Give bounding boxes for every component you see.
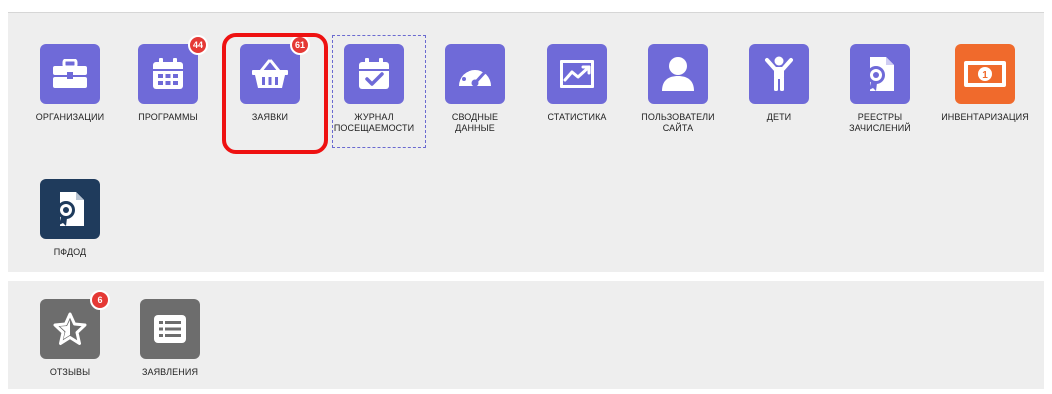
tile-pfdod-label: ПФДОД <box>53 247 87 257</box>
chart-icon <box>547 44 607 104</box>
tile-children[interactable]: ДЕТИ <box>729 44 829 123</box>
money-icon: 1 <box>955 44 1015 104</box>
certificate-icon <box>40 179 100 239</box>
basket-icon: 61 <box>240 35 310 104</box>
briefcase-icon <box>40 44 100 104</box>
label-line-1: ЖУРНАЛ <box>354 112 394 122</box>
tile-summary-data[interactable]: СВОДНЫЕ ДАННЫЕ <box>425 44 525 134</box>
certificate-icon <box>850 44 910 104</box>
programs-count-badge: 44 <box>187 35 208 55</box>
tile-children-label: ДЕТИ <box>766 112 792 122</box>
section-divider <box>8 272 1044 281</box>
tile-attendance-journal[interactable]: ЖУРНАЛ ПОСЕЩАЕМОСТИ <box>324 44 424 134</box>
label-line-2: САЙТА <box>662 123 694 133</box>
tile-inventory[interactable]: 1 ИНВЕНТАРИЗАЦИЯ <box>935 44 1035 123</box>
user-icon <box>648 44 708 104</box>
label-line-1: СВОДНЫЕ <box>451 112 499 122</box>
tile-statements-label: ЗАЯВЛЕНИЯ <box>141 367 199 377</box>
child-icon <box>749 44 809 104</box>
tile-programs[interactable]: 44 ПРОГРАММЫ <box>118 35 218 123</box>
tile-inventory-label: ИНВЕНТАРИЗАЦИЯ <box>941 112 1029 122</box>
applications-count-badge: 61 <box>289 35 310 55</box>
label-line-2: ДАННЫЕ <box>455 123 495 133</box>
tile-site-users[interactable]: ПОЛЬЗОВАТЕЛИ САЙТА <box>628 44 728 134</box>
star-icon: 6 <box>40 290 110 359</box>
tile-applications[interactable]: 61 ЗАЯВКИ <box>220 35 320 123</box>
tile-organizations[interactable]: ОРГАНИЗАЦИИ <box>20 44 120 123</box>
tile-enrollment-registers[interactable]: РЕЕСТРЫ ЗАЧИСЛЕНИЙ <box>830 44 930 134</box>
tile-enrollment-registers-label: РЕЕСТРЫ ЗАЧИСЛЕНИЙ <box>849 112 911 134</box>
list-icon <box>140 299 200 359</box>
calendar-check-icon <box>344 44 404 104</box>
tile-reviews-label: ОТЗЫВЫ <box>49 367 91 377</box>
label-line-2: ПОСЕЩАЕМОСТИ <box>333 123 415 133</box>
tile-site-users-label: ПОЛЬЗОВАТЕЛИ САЙТА <box>641 112 715 134</box>
tile-programs-label: ПРОГРАММЫ <box>138 112 198 122</box>
tile-reviews[interactable]: 6 ОТЗЫВЫ <box>20 290 120 378</box>
tile-statements[interactable]: ЗАЯВЛЕНИЯ <box>120 299 220 378</box>
calendar-icon: 44 <box>138 35 208 104</box>
tile-statistics-label: СТАТИСТИКА <box>547 112 607 122</box>
reviews-count-badge: 6 <box>90 290 110 310</box>
label-line-1: РЕЕСТРЫ <box>857 112 903 122</box>
tile-organizations-label: ОРГАНИЗАЦИИ <box>35 112 105 122</box>
label-line-1: ПОЛЬЗОВАТЕЛИ <box>641 112 715 122</box>
svg-text:1: 1 <box>982 70 988 81</box>
tile-pfdod[interactable]: ПФДОД <box>20 179 120 258</box>
tile-statistics[interactable]: СТАТИСТИКА <box>527 44 627 123</box>
speedometer-icon <box>445 44 505 104</box>
tile-applications-label: ЗАЯВКИ <box>251 112 289 122</box>
label-line-2: ЗАЧИСЛЕНИЙ <box>849 123 911 133</box>
tile-summary-data-label: СВОДНЫЕ ДАННЫЕ <box>452 112 498 134</box>
tile-attendance-journal-label: ЖУРНАЛ ПОСЕЩАЕМОСТИ <box>334 112 414 134</box>
